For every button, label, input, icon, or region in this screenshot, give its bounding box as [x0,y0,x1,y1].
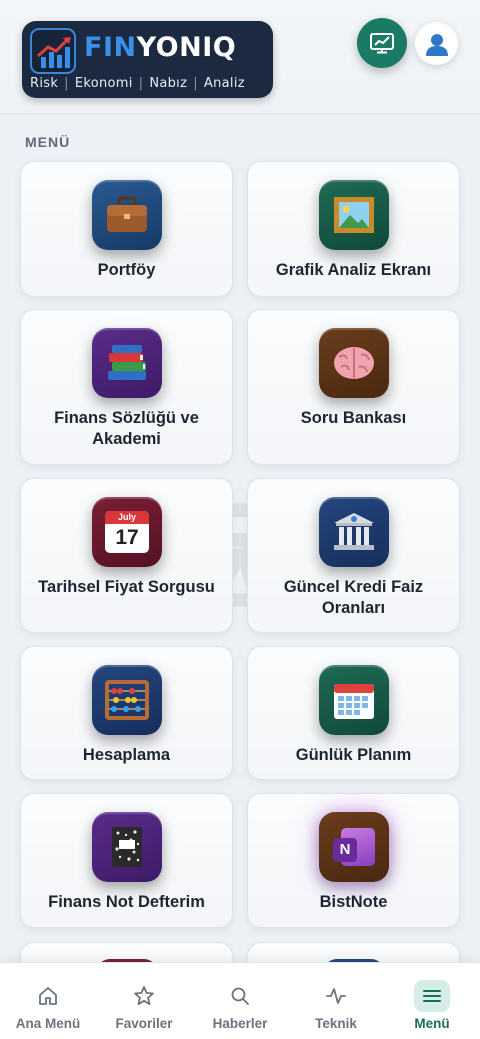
menu-card-label: Tarihsel Fiyat Sorgusu [38,578,215,596]
menu-card-label: Güncel Kredi Faiz Oranları [283,578,424,617]
abacus-icon [92,665,162,735]
menu-card-bistnote[interactable]: N BistNote [247,793,460,928]
calendar-icon: July 17 [92,497,162,567]
menu-card-calculation[interactable]: Hesaplama [20,646,233,780]
menu-card-label: Soru Bankası [300,409,407,427]
planner-icon [319,665,389,735]
hamburger-menu-icon [414,980,450,1012]
brain-icon [319,328,389,398]
nav-menu[interactable]: Menü [384,963,480,1039]
nav-label: Favoriler [115,1016,173,1031]
calendar-day: 17 [115,526,139,549]
framed-picture-icon [319,180,389,250]
nav-favorites[interactable]: Favoriler [96,963,192,1039]
home-icon [30,980,66,1012]
star-icon [126,980,162,1012]
bottom-navigation: Ana Menü Favoriler Haberler Teknik Menü [0,962,480,1039]
menu-card-label: BistNote [319,893,388,911]
logo-title: FINYONIQ [84,32,237,63]
menu-card-label: Portföy [97,261,156,279]
nav-technical[interactable]: Teknik [288,963,384,1039]
menu-card-historical-price[interactable]: July 17 Tarihsel Fiyat Sorgusu [20,478,233,633]
menu-card-question-bank[interactable]: Soru Bankası [247,309,460,465]
menu-card-label: Finans Sözlüğü ve Akademi [54,409,199,448]
nav-label: Ana Menü [15,1016,81,1031]
books-icon [92,328,162,398]
user-icon [425,33,448,56]
menu-card-portfolio[interactable]: Portföy [20,161,233,297]
menu-card-label: Hesaplama [82,746,171,764]
onenote-letter: N [333,838,357,862]
bank-icon [319,497,389,567]
nav-label: Menü [414,1016,450,1031]
profile-button[interactable] [415,22,458,65]
onenote-icon: N [319,812,389,882]
search-icon [222,980,258,1012]
nav-label: Teknik [315,1016,357,1031]
logo-tagline: Risk | Ekonomi | Nabız | Analiz [30,76,245,91]
chart-screen-button[interactable] [357,18,407,68]
notebook-icon [92,812,162,882]
chart-screen-icon [370,33,394,54]
nav-label: Haberler [212,1016,268,1031]
menu-card-loan-rates[interactable]: Güncel Kredi Faiz Oranları [247,478,460,633]
menu-card-label: Finans Not Defterim [48,893,205,911]
nav-news[interactable]: Haberler [192,963,288,1039]
briefcase-icon [92,180,162,250]
menu-card-notebook[interactable]: Finans Not Defterim [20,793,233,928]
app-header: FINYONIQ Risk | Ekonomi | Nabız | Analiz [0,0,480,114]
growth-chart-icon [30,28,76,74]
menu-card-label: Grafik Analiz Ekranı [275,261,432,279]
pulse-icon [318,980,354,1012]
app-logo[interactable]: FINYONIQ Risk | Ekonomi | Nabız | Analiz [22,21,273,98]
nav-home[interactable]: Ana Menü [0,963,96,1039]
menu-card-daily-plan[interactable]: Günlük Planım [247,646,460,780]
menu-card-glossary-academy[interactable]: Finans Sözlüğü ve Akademi [20,309,233,465]
calendar-month: July [105,511,149,524]
menu-card-chart-analysis[interactable]: Grafik Analiz Ekranı [247,161,460,297]
menu-card-label: Günlük Planım [295,746,412,764]
menu-section-label: MENÜ [25,134,71,150]
